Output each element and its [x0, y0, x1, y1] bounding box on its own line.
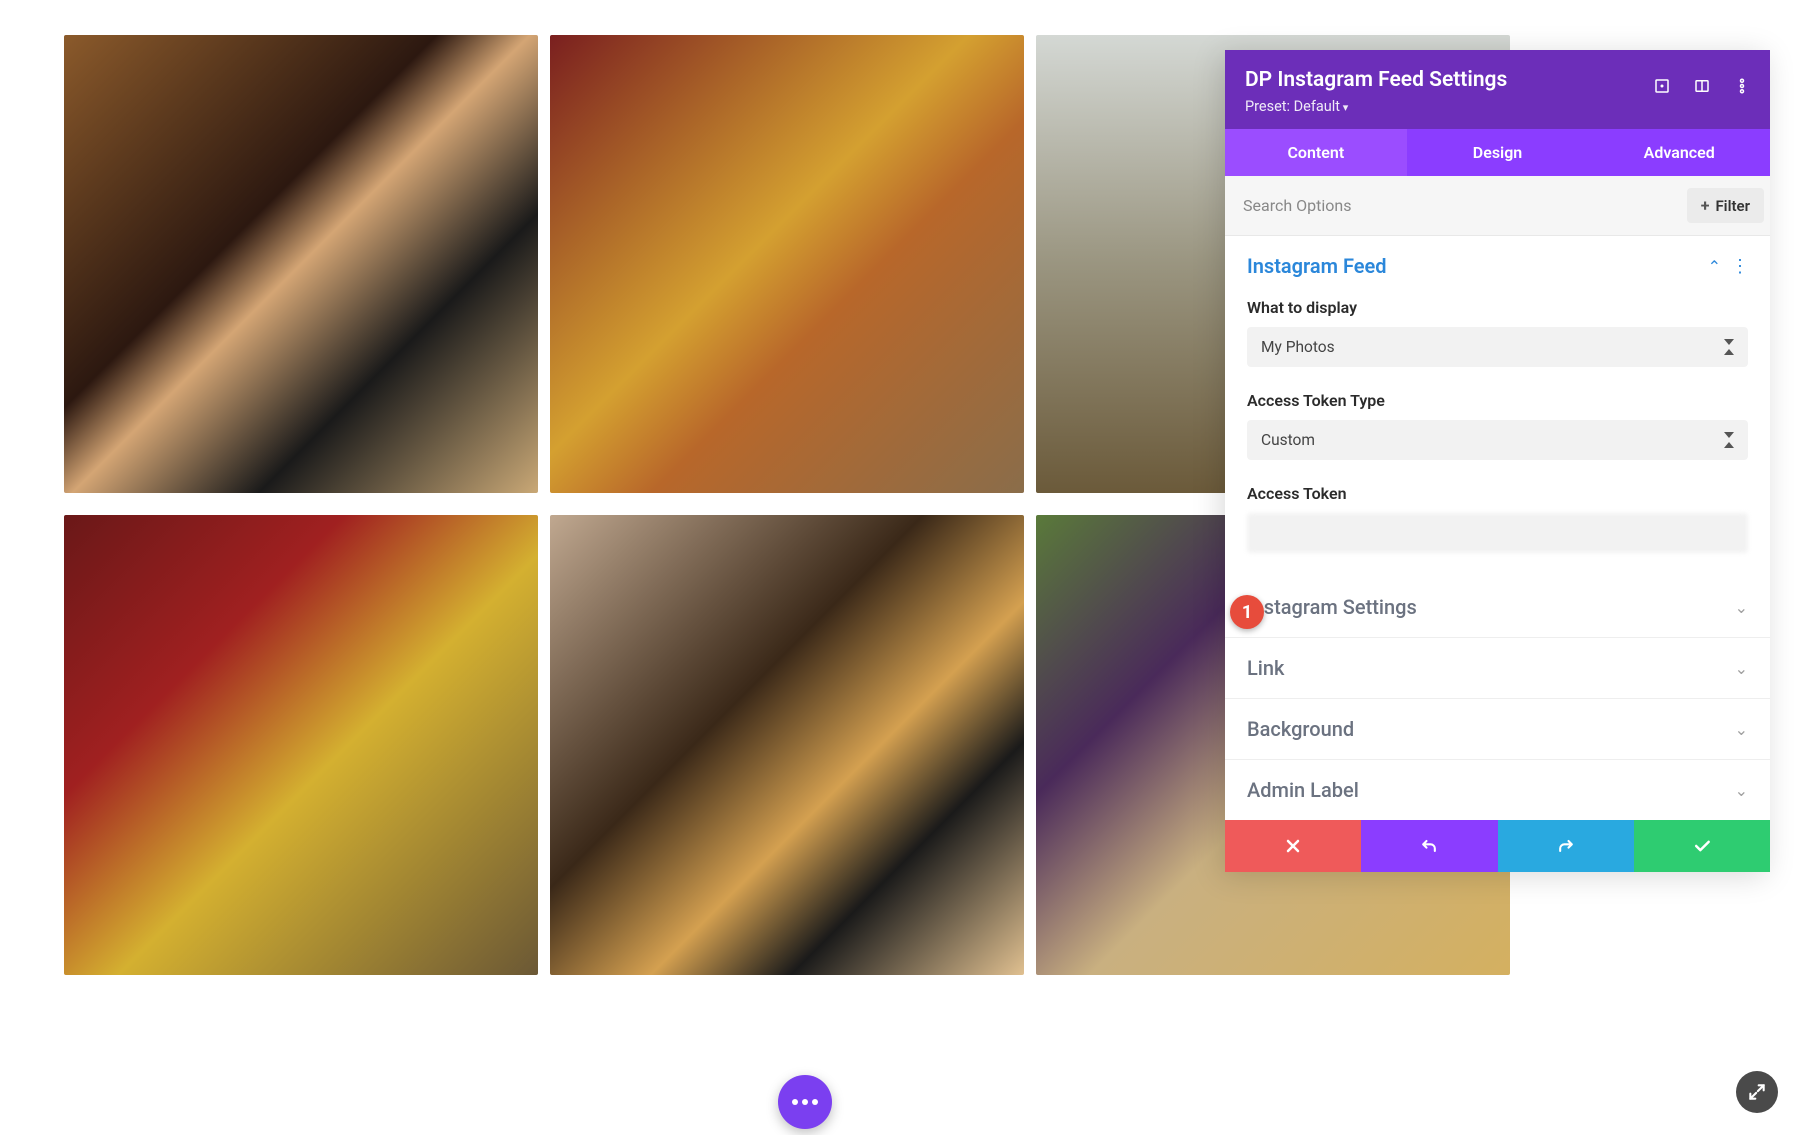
resize-icon[interactable]	[1686, 70, 1718, 102]
access-token-input[interactable]	[1247, 513, 1748, 553]
access-token-label: Access Token	[1247, 484, 1748, 503]
section-title: Instagram Settings	[1247, 595, 1417, 619]
tab-advanced[interactable]: Advanced	[1588, 129, 1770, 176]
check-icon	[1692, 836, 1712, 856]
chevron-down-icon: ⌄	[1735, 781, 1748, 800]
section-title: Admin Label	[1247, 778, 1359, 802]
plus-icon: +	[1701, 196, 1710, 215]
section-toggle-instagram-settings[interactable]: Instagram Settings ⌄	[1247, 595, 1748, 619]
panel-footer	[1225, 820, 1770, 872]
section-options-icon[interactable]: ⋮	[1731, 256, 1748, 277]
access-token-type-select[interactable]: Custom	[1247, 420, 1748, 460]
redo-button[interactable]	[1498, 820, 1634, 872]
undo-icon	[1419, 836, 1439, 856]
chevron-down-icon: ⌄	[1735, 659, 1748, 678]
dot-icon	[792, 1099, 798, 1105]
section-title: Background	[1247, 717, 1354, 741]
section-link: Link ⌄	[1225, 638, 1770, 699]
redo-icon	[1556, 836, 1576, 856]
dot-icon	[812, 1099, 818, 1105]
feed-image[interactable]	[64, 515, 538, 975]
feed-image[interactable]	[550, 515, 1024, 975]
responsive-icon[interactable]	[1646, 70, 1678, 102]
search-input[interactable]	[1243, 196, 1687, 215]
chevron-down-icon: ⌄	[1735, 598, 1748, 617]
tab-content[interactable]: Content	[1225, 129, 1407, 176]
cancel-button[interactable]	[1225, 820, 1361, 872]
section-toggle-instagram-feed[interactable]: Instagram Feed ⌃ ⋮	[1247, 254, 1748, 278]
instagram-feed-fields: What to display My Photos Access Token T…	[1225, 278, 1770, 577]
what-to-display-label: What to display	[1247, 298, 1748, 317]
filter-button[interactable]: + Filter	[1687, 188, 1764, 223]
section-toggle-admin-label[interactable]: Admin Label ⌄	[1247, 778, 1748, 802]
chevron-down-icon: ⌄	[1735, 720, 1748, 739]
section-toggle-background[interactable]: Background ⌄	[1247, 717, 1748, 741]
expand-icon	[1747, 1082, 1767, 1102]
section-title: Link	[1247, 656, 1284, 680]
undo-button[interactable]	[1361, 820, 1497, 872]
search-row: + Filter	[1225, 176, 1770, 236]
dot-icon	[802, 1099, 808, 1105]
filter-label: Filter	[1715, 197, 1750, 215]
section-toggle-link[interactable]: Link ⌄	[1247, 656, 1748, 680]
save-button[interactable]	[1634, 820, 1770, 872]
tab-design[interactable]: Design	[1407, 129, 1589, 176]
feed-image[interactable]	[550, 35, 1024, 493]
tabs: Content Design Advanced	[1225, 129, 1770, 176]
more-actions-button[interactable]	[778, 1075, 832, 1129]
section-instagram-feed: Instagram Feed ⌃ ⋮	[1225, 236, 1770, 278]
section-admin-label: Admin Label ⌄	[1225, 760, 1770, 820]
expand-button[interactable]	[1736, 1071, 1778, 1113]
access-token-type-label: Access Token Type	[1247, 391, 1748, 410]
chevron-up-icon: ⌃	[1708, 257, 1721, 276]
section-title: Instagram Feed	[1247, 254, 1387, 278]
settings-panel: DP Instagram Feed Settings Preset: Defau…	[1225, 50, 1770, 872]
panel-header: DP Instagram Feed Settings Preset: Defau…	[1225, 50, 1770, 129]
feed-image[interactable]	[64, 35, 538, 493]
panel-body[interactable]: Instagram Feed ⌃ ⋮ What to display My Ph…	[1225, 236, 1770, 820]
section-background: Background ⌄	[1225, 699, 1770, 760]
section-instagram-settings: Instagram Settings ⌄	[1225, 577, 1770, 638]
close-icon	[1283, 836, 1303, 856]
kebab-menu-icon[interactable]	[1726, 70, 1758, 102]
callout-marker-1: 1	[1230, 595, 1264, 629]
what-to-display-select[interactable]: My Photos	[1247, 327, 1748, 367]
